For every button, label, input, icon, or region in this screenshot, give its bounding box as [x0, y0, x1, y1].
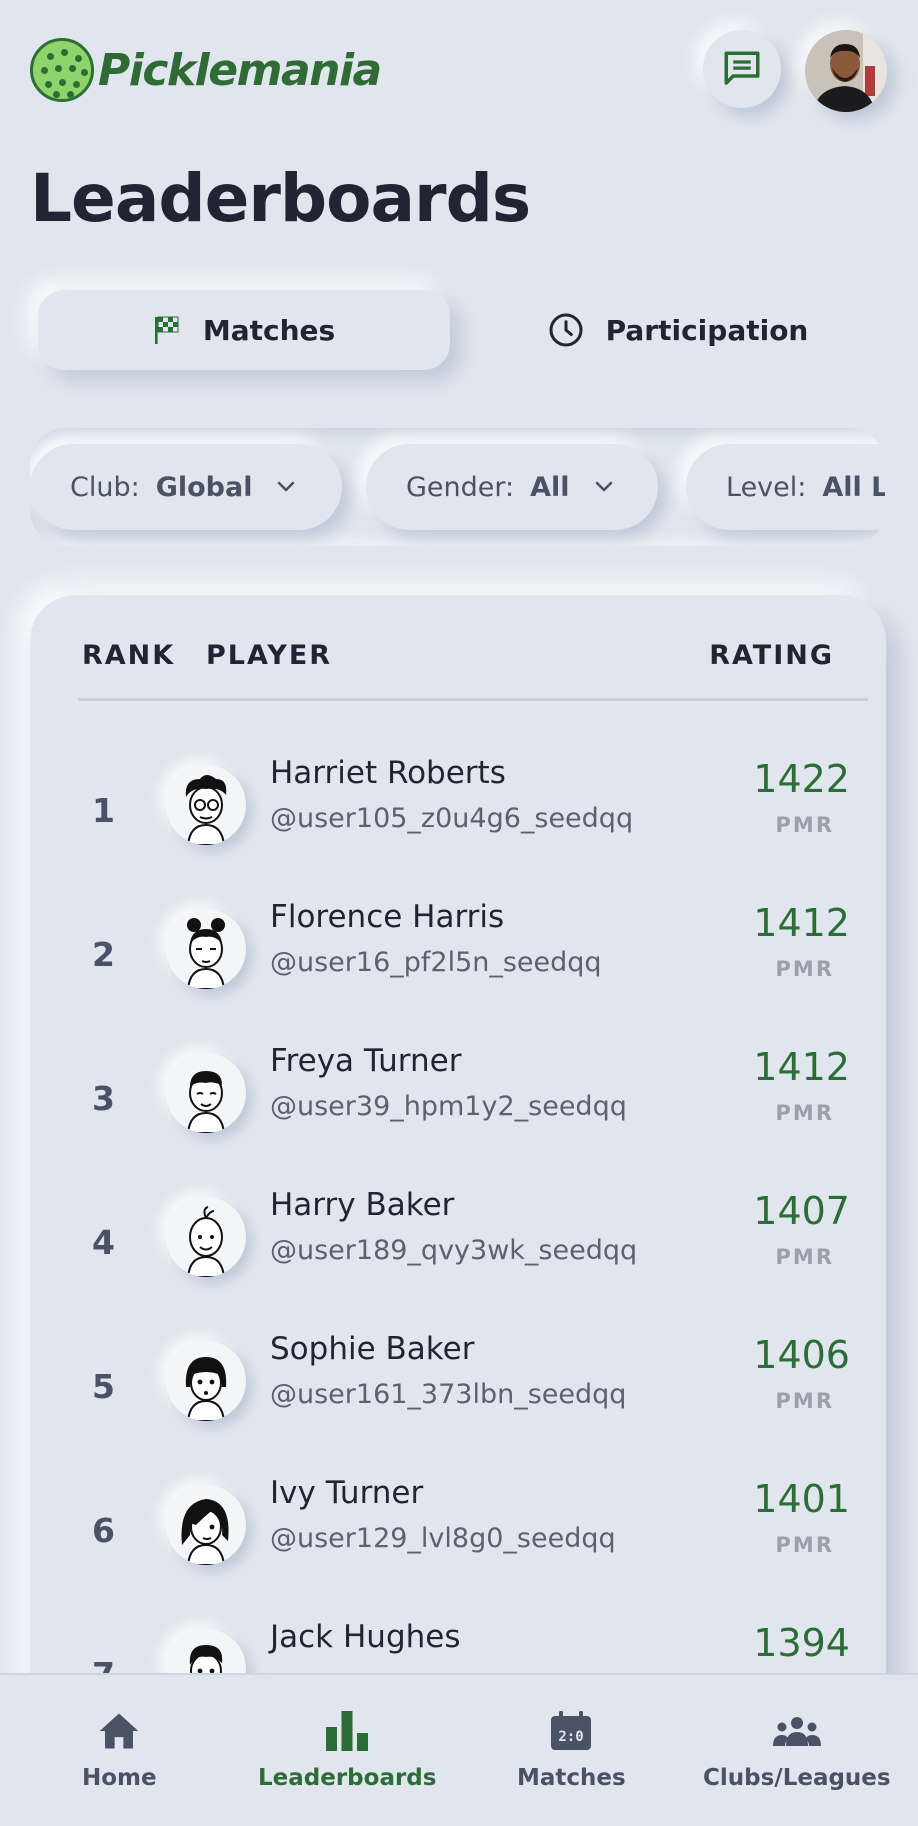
pickleball-logo-icon [30, 38, 94, 102]
bottom-navigation: Home Leaderboards 2:0 Matches Clubs/Leag… [0, 1673, 918, 1826]
player-avatar [166, 1485, 246, 1565]
player-rating: 1401 [753, 1477, 850, 1521]
nav-leaderboards-label: Leaderboards [258, 1765, 437, 1791]
column-header-rank: RANK [82, 640, 176, 671]
filter-club-value: Global [155, 471, 253, 503]
player-rank: 4 [92, 1223, 115, 1262]
rating-unit: PMR [775, 1533, 834, 1557]
leaderboard-card: RANK PLAYER RATING 1 Harriet Roberts @us… [30, 595, 886, 1755]
player-rank: 3 [92, 1079, 115, 1118]
filter-level-value: All Levels [822, 471, 885, 503]
player-handle: @user161_373lbn_seedqq [270, 1379, 627, 1410]
nav-matches[interactable]: 2:0 Matches [517, 1709, 626, 1791]
nav-clubs-leagues[interactable]: Clubs/Leagues [703, 1709, 891, 1791]
cartoon-avatar-icon [185, 1357, 227, 1421]
filter-gender[interactable]: Gender: All [366, 444, 658, 530]
user-photo-icon [805, 30, 887, 112]
leaderboard-tabs: Matches Participation [38, 290, 888, 370]
checkered-flag-icon [153, 315, 181, 345]
table-row[interactable]: 5 Sophie Baker @user161_373lbn_seedqq 14… [30, 1331, 886, 1475]
player-handle: @user105_z0u4g6_seedqq [270, 803, 634, 834]
player-handle: @user129_lvl8g0_seedqq [270, 1523, 616, 1554]
chevron-down-icon [594, 480, 614, 494]
player-name: Sophie Baker [270, 1331, 475, 1367]
filter-club-label: Club: [70, 471, 140, 503]
user-avatar[interactable] [805, 30, 887, 112]
column-header-rating: RATING [709, 640, 834, 671]
group-icon [772, 1709, 822, 1753]
nav-home-label: Home [82, 1765, 157, 1791]
player-handle: @user16_pf2l5n_seedqq [270, 947, 602, 978]
tab-matches[interactable]: Matches [38, 290, 450, 370]
chat-icon [724, 51, 760, 85]
nav-home[interactable]: Home [82, 1709, 157, 1791]
cartoon-avatar-icon [186, 1206, 226, 1277]
tab-matches-label: Matches [202, 313, 336, 347]
player-avatar [166, 1197, 246, 1277]
chevron-down-icon [276, 480, 296, 494]
cartoon-avatar-icon [181, 1499, 229, 1565]
column-header-player: PLAYER [206, 640, 333, 671]
player-avatar [166, 909, 246, 989]
table-row[interactable]: 4 Harry Baker @user189_qvy3wk_seedqq 140… [30, 1187, 886, 1331]
table-row[interactable]: 6 Ivy Turner @user129_lvl8g0_seedqq 1401… [30, 1475, 886, 1619]
tab-participation[interactable]: Participation [468, 290, 888, 370]
rating-unit: PMR [775, 813, 834, 837]
clock-icon [548, 312, 584, 348]
rating-unit: PMR [775, 1245, 834, 1269]
brand-name: Picklemania [98, 44, 382, 96]
table-row[interactable]: 3 Freya Turner @user39_hpm1y2_seedqq 141… [30, 1043, 886, 1187]
app-header: Picklemania [0, 0, 918, 140]
player-avatar [166, 1053, 246, 1133]
rating-unit: PMR [775, 1101, 834, 1125]
player-rating: 1412 [753, 1045, 850, 1089]
player-name: Freya Turner [270, 1043, 462, 1079]
player-rank: 1 [92, 791, 115, 830]
player-handle: @user189_qvy3wk_seedqq [270, 1235, 638, 1266]
player-rank: 2 [92, 935, 115, 974]
nav-matches-label: Matches [517, 1765, 626, 1791]
rating-unit: PMR [775, 1389, 834, 1413]
filter-gender-label: Gender: [406, 471, 515, 503]
filter-club[interactable]: Club: Global [30, 444, 342, 530]
filter-level-label: Level: [726, 471, 807, 503]
filter-bar[interactable]: Club: Global Gender: All Level: All Leve… [30, 428, 885, 546]
app-logo[interactable]: Picklemania [30, 38, 382, 102]
page-title: Leaderboards [30, 160, 531, 237]
nav-clubs-leagues-label: Clubs/Leagues [703, 1765, 891, 1791]
header-divider [78, 698, 868, 701]
cartoon-avatar-icon [185, 775, 227, 845]
home-icon [98, 1709, 140, 1753]
player-rating: 1406 [753, 1333, 850, 1377]
player-name: Harry Baker [270, 1187, 455, 1223]
player-rating: 1422 [753, 757, 850, 801]
player-rank: 5 [92, 1367, 115, 1406]
player-rank: 6 [92, 1511, 115, 1550]
player-name: Florence Harris [270, 899, 505, 935]
player-avatar [166, 1341, 246, 1421]
player-rating: 1412 [753, 901, 850, 945]
player-name: Jack Hughes [270, 1619, 461, 1655]
player-name: Ivy Turner [270, 1475, 424, 1511]
player-rating: 1407 [753, 1189, 850, 1233]
svg-text:2:0: 2:0 [559, 1729, 584, 1745]
cartoon-avatar-icon [186, 1071, 226, 1133]
bar-chart-icon [325, 1709, 369, 1753]
scoreboard-icon: 2:0 [550, 1709, 592, 1753]
player-handle: @user39_hpm1y2_seedqq [270, 1091, 627, 1122]
filter-level[interactable]: Level: All Levels [686, 444, 885, 530]
cartoon-avatar-icon [186, 918, 226, 989]
player-name: Harriet Roberts [270, 755, 506, 791]
tab-participation-label: Participation [605, 313, 809, 347]
table-row[interactable]: 1 Harriet Roberts @user105_z0u4g6_seedqq… [30, 755, 886, 899]
player-rating: 1394 [753, 1621, 850, 1665]
table-row[interactable]: 2 Florence Harris @user16_pf2l5n_seedqq … [30, 899, 886, 1043]
player-avatar [166, 765, 246, 845]
rating-unit: PMR [775, 957, 834, 981]
filter-gender-value: All [530, 471, 570, 503]
chat-button[interactable] [703, 30, 781, 108]
nav-leaderboards[interactable]: Leaderboards [258, 1709, 436, 1791]
